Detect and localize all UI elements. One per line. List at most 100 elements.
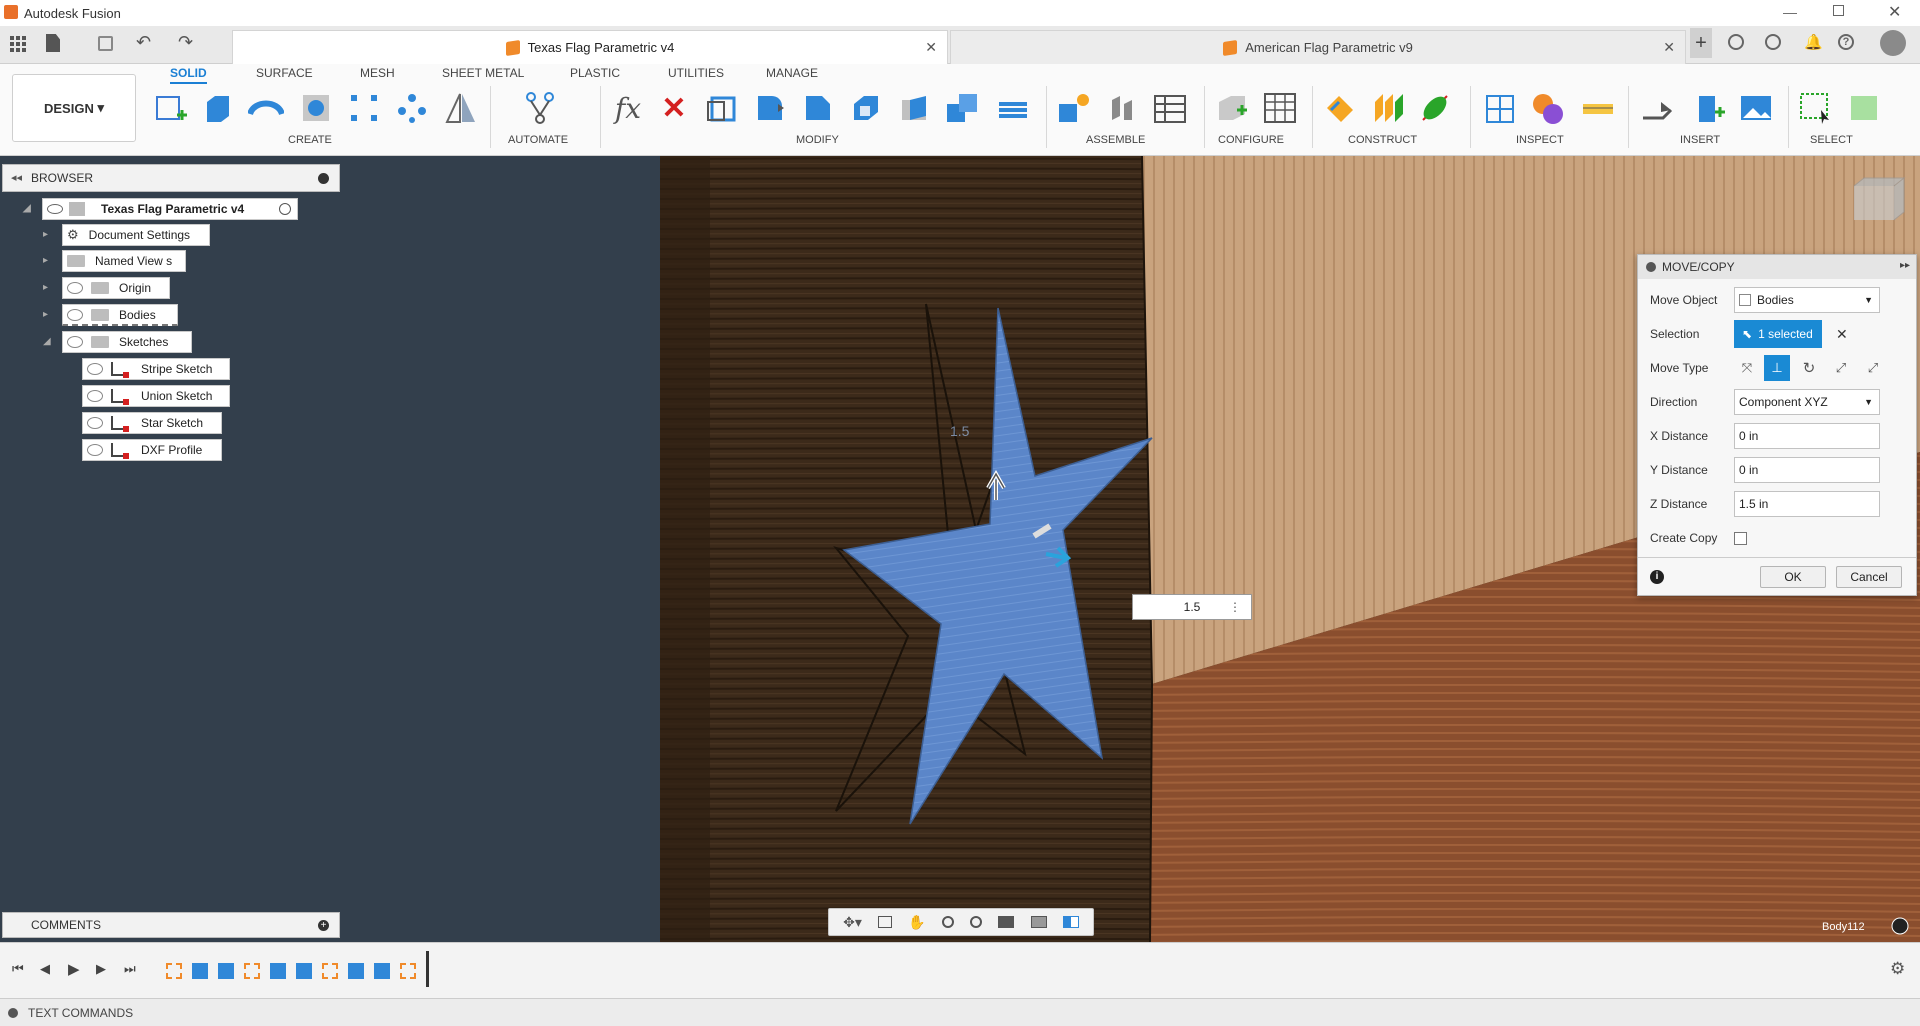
axis-through-cylinder-icon[interactable] [1418,90,1454,126]
close-tab-icon[interactable]: ✕ [925,39,937,56]
orbit-icon[interactable]: ✥▾ [843,914,862,931]
expand-icon[interactable]: ▸ [43,282,48,293]
mirror-icon[interactable] [442,90,478,126]
selection-button[interactable]: ⬉ 1 selected [1734,320,1822,348]
collapse-dialog-icon[interactable] [1646,262,1656,272]
insert-mcmaster-icon[interactable] [1690,90,1726,126]
timeline-extrude-feature-icon[interactable] [374,963,390,979]
help-icon[interactable]: ? [1838,34,1854,50]
close-window-icon[interactable]: ✕ [1888,2,1901,22]
new-tab-icon[interactable]: + [1690,28,1712,58]
tree-root[interactable]: ◢ Texas Flag Parametric v4 [23,198,298,220]
joint-icon[interactable] [1104,90,1140,126]
step-back-icon[interactable]: ◀ [40,961,50,977]
restore-icon[interactable] [1833,5,1844,16]
more-options-icon[interactable]: ⋮ [1229,600,1241,614]
automate-group-label[interactable]: AUTOMATE [508,134,568,146]
assemble-group-label[interactable]: ASSEMBLE [1086,134,1145,146]
point-to-position-icon[interactable]: ⤢ [1860,355,1886,381]
tab-manage[interactable]: MANAGE [766,66,818,80]
close-tab-icon[interactable]: ✕ [1663,39,1675,56]
add-comment-icon[interactable]: + [318,920,329,931]
display-settings-icon[interactable] [998,916,1015,928]
pattern-icon[interactable] [346,90,382,126]
automate-icon[interactable] [522,90,558,126]
pin-icon[interactable] [318,173,329,184]
construct-group-label[interactable]: CONSTRUCT [1348,134,1417,146]
hidden-eye-icon[interactable] [87,417,103,429]
timeline-extrude-feature-icon[interactable] [296,963,312,979]
offset-face-icon[interactable] [996,90,1032,126]
configure-group-label[interactable]: CONFIGURE [1218,134,1284,146]
activate-radio-icon[interactable] [279,203,291,215]
timeline-extrude-feature-icon[interactable] [348,963,364,979]
move-object-dropdown[interactable]: Bodies ▼ [1734,287,1880,313]
redo-icon[interactable]: ↷ [178,32,193,53]
create-copy-checkbox[interactable] [1734,531,1747,545]
fit-icon[interactable] [970,916,983,928]
hole-icon[interactable] [298,90,334,126]
tab-surface[interactable]: SURFACE [256,66,313,80]
ok-button[interactable]: OK [1760,566,1826,588]
go-to-end-icon[interactable]: ⏭ [124,961,136,977]
tree-item-named-views[interactable]: ▸ Named View s [43,250,186,272]
offset-plane-icon[interactable] [1322,90,1358,126]
expand-dialog-icon[interactable]: ▸▸ [1900,260,1910,271]
canvas-icon[interactable] [1738,90,1774,126]
apps-grid-icon[interactable] [10,36,26,52]
z-distance-input[interactable]: 1.5 in [1734,491,1880,517]
dialog-header[interactable]: MOVE/COPY ▸▸ [1638,255,1916,279]
browser-header[interactable]: ◂◂ BROWSER [2,164,340,192]
insert-derive-icon[interactable] [1640,90,1676,126]
visibility-eye-icon[interactable] [47,204,63,214]
insert-group-label[interactable]: INSERT [1680,134,1720,146]
interference-icon[interactable] [1530,90,1566,126]
tree-item-sketches[interactable]: ◢ Sketches [43,331,192,353]
save-icon[interactable] [98,36,113,51]
hidden-eye-icon[interactable] [87,390,103,402]
circular-pattern-icon[interactable] [394,90,430,126]
tree-item-union-sketch[interactable]: Union Sketch [82,385,230,407]
viewports-icon[interactable] [1062,916,1079,928]
tree-item-dxf-profile[interactable]: DXF Profile [82,439,222,461]
tab-solid[interactable]: SOLID [170,66,207,84]
expand-icon[interactable]: ◢ [23,203,31,214]
tab-texas-flag[interactable]: Texas Flag Parametric v4 ✕ [232,30,948,64]
collapse-icon[interactable]: ◢ [43,336,51,347]
timeline-extrude-feature-icon[interactable] [218,963,234,979]
look-at-icon[interactable] [878,916,893,928]
new-component-icon[interactable] [1056,90,1092,126]
distance-input-box[interactable]: 1.5 ⋮ [1132,594,1252,620]
timeline-extrude-feature-icon[interactable] [192,963,208,979]
revolve-icon[interactable] [248,90,284,126]
timeline-sketch-feature-icon[interactable] [166,963,182,979]
tab-sheet-metal[interactable]: SHEET METAL [442,66,524,80]
zoom-icon[interactable] [941,916,954,928]
info-icon[interactable]: i [1650,570,1664,584]
configure-icon[interactable] [1214,90,1250,126]
select-filter-icon[interactable] [1846,90,1882,126]
viewcube-icon[interactable] [1853,176,1906,221]
draft-icon[interactable] [896,90,932,126]
timeline-sketch-feature-icon[interactable] [244,963,260,979]
expand-icon[interactable]: ▸ [43,229,48,240]
notifications-icon[interactable]: 🔔 [1804,33,1823,51]
y-distance-input[interactable]: 0 in [1734,457,1880,483]
shell-icon[interactable] [848,90,884,126]
delete-icon[interactable]: ✕ [656,90,692,126]
timeline-sketch-feature-icon[interactable] [400,963,416,979]
modify-group-label[interactable]: MODIFY [796,134,839,146]
tree-item-bodies[interactable]: ▸ Bodies [43,304,178,326]
select-group-label[interactable]: SELECT [1810,134,1853,146]
window-select-icon[interactable] [1798,90,1834,126]
point-to-point-icon[interactable]: ⤢ [1828,355,1854,381]
tab-mesh[interactable]: MESH [360,66,395,80]
plane-at-angle-icon[interactable] [1370,90,1406,126]
comments-panel[interactable]: COMMENTS + [2,912,340,938]
clear-selection-icon[interactable]: ✕ [1836,326,1848,343]
tree-item-stripe-sketch[interactable]: Stripe Sketch [82,358,230,380]
timeline-settings-gear-icon[interactable]: ⚙ [1890,959,1905,979]
text-commands-toggle-icon[interactable] [8,1008,18,1018]
avatar[interactable] [1880,30,1906,56]
configuration-table-icon[interactable] [1262,90,1298,126]
